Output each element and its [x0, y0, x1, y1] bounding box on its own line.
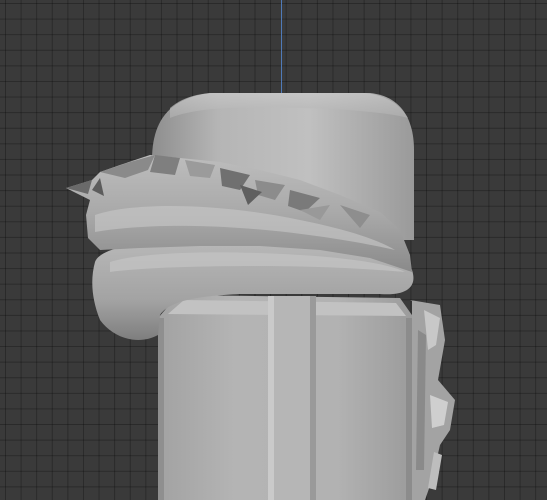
3d-viewport[interactable] — [0, 0, 547, 500]
side-tail-mesh[interactable] — [410, 300, 455, 500]
torso-mesh[interactable] — [158, 295, 414, 500]
scene-render[interactable] — [0, 0, 547, 500]
